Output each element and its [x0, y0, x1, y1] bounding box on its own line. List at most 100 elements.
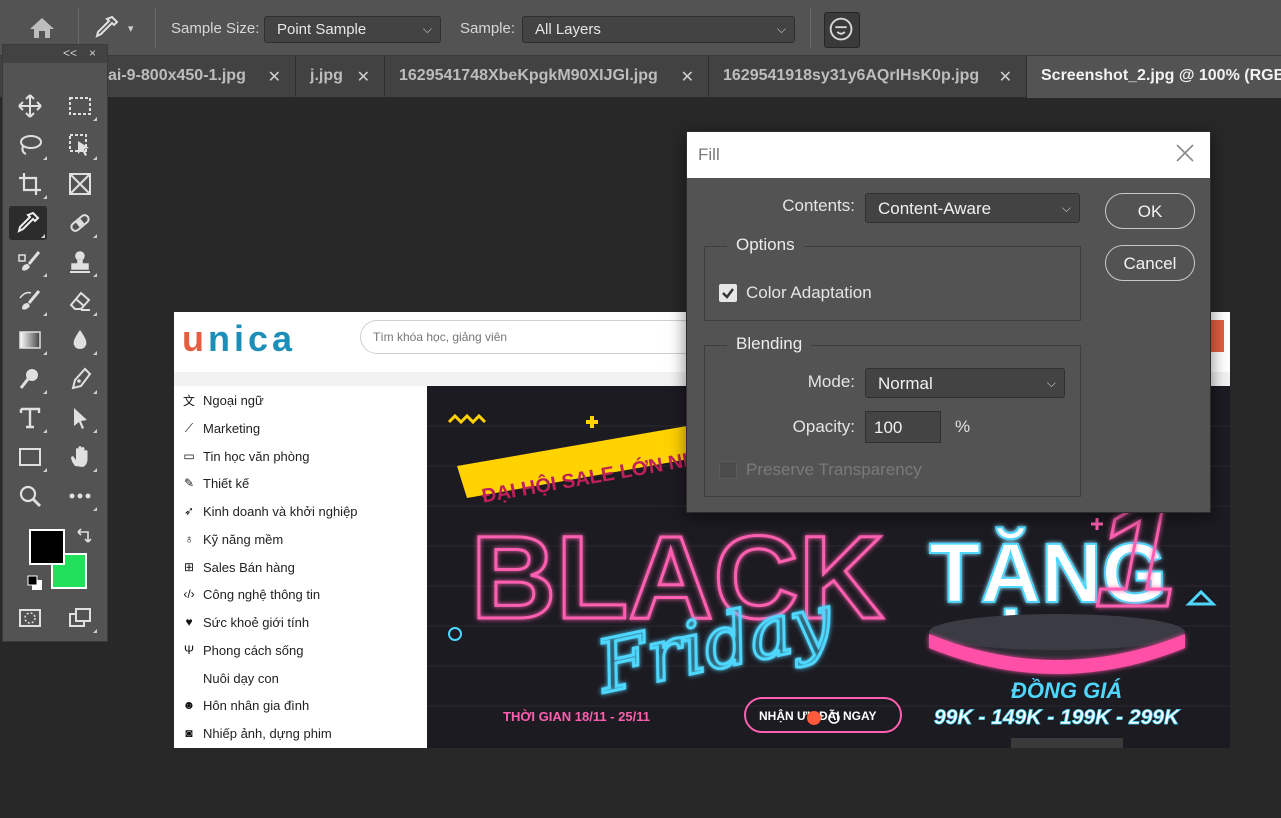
code-icon: ‹/› — [183, 587, 195, 601]
list-item: ♥ Sức khoẻ giới tính — [180, 611, 309, 633]
history-brush-icon — [19, 290, 41, 310]
sample-select[interactable]: All Layers ⌵ — [522, 16, 795, 43]
bandage-icon — [70, 214, 90, 232]
object-select-icon — [69, 134, 89, 156]
unica-logo: unica — [182, 318, 297, 359]
list-item: ▭ Tin học văn phòng — [180, 445, 309, 467]
color-adaptation-label[interactable]: Color Adaptation — [746, 283, 872, 303]
dodge-tool[interactable] — [11, 362, 49, 396]
gradient-tool[interactable] — [11, 323, 49, 357]
cart-icon: ⊞ — [183, 560, 195, 574]
banner-time-text: THỜI GIAN 18/11 - 25/11 — [503, 709, 650, 724]
menu-label: Kinh doanh và khởi nghiệp — [203, 503, 358, 519]
chevron-down-icon[interactable]: ▾ — [128, 22, 134, 35]
eyedropper-tool[interactable] — [9, 206, 47, 240]
chevron-down-icon: ⌵ — [1046, 376, 1056, 390]
collapse-icon[interactable]: << — [63, 46, 77, 60]
zoom-tool[interactable] — [11, 479, 49, 513]
mode-select[interactable]: Normal ⌵ — [865, 368, 1065, 398]
sample-ring-button[interactable] — [824, 12, 860, 48]
opacity-input[interactable]: 100 — [865, 411, 941, 443]
list-item: ◙ Nhiếp ảnh, dựng phim — [180, 722, 331, 744]
brush-tool[interactable] — [11, 245, 49, 279]
tab-doc-4[interactable]: 1629541918sy31y6AQrIHsK0p.jpg ✕ — [709, 56, 1027, 98]
object-select-tool[interactable] — [61, 128, 99, 162]
heartbeat-icon: ♥ — [185, 615, 193, 629]
marquee-tool[interactable] — [61, 89, 99, 123]
brush-icon — [18, 251, 41, 271]
bulb-icon: ♁ — [184, 532, 194, 546]
type-tool[interactable] — [11, 401, 49, 435]
tab-label: 1629541918sy31y6AQrIHsK0p.jpg — [723, 67, 980, 84]
list-item: ⟋ Marketing — [180, 417, 260, 439]
menu-label: Marketing — [203, 420, 261, 436]
move-icon — [18, 94, 42, 118]
eraser-tool[interactable] — [61, 284, 99, 318]
more-icon — [69, 493, 91, 499]
menu-label: Tin học văn phòng — [203, 448, 310, 464]
healing-brush-tool[interactable] — [61, 206, 99, 240]
monitor-icon: ▭ — [183, 449, 195, 463]
history-brush-tool[interactable] — [11, 284, 49, 318]
contents-value: Content-Aware — [878, 199, 992, 218]
chevron-down-icon: ⌵ — [776, 22, 786, 36]
eyedropper-preset-icon[interactable] — [92, 14, 120, 42]
preserve-transparency-label: Preserve Transparency — [746, 460, 922, 479]
tab-doc-1[interactable]: ai-9-800x450-1.jpg ✕ — [108, 56, 296, 98]
rocket-icon: ➶ — [183, 504, 195, 518]
banner-same-price-text: ĐỒNG GIÁ — [1011, 678, 1122, 703]
menu-label: Công nghệ thông tin — [203, 586, 321, 602]
sample-label: Sample: — [460, 20, 516, 37]
sample-size-select[interactable]: Point Sample ⌵ — [264, 16, 441, 43]
color-adaptation-checkbox[interactable] — [719, 284, 737, 302]
lasso-tool[interactable] — [11, 128, 49, 162]
close-icon[interactable]: ✕ — [999, 67, 1012, 87]
more-tools[interactable] — [61, 479, 99, 513]
hand-tool[interactable] — [61, 440, 99, 474]
screen-mode-icon — [69, 608, 91, 627]
close-icon[interactable]: × — [89, 46, 96, 60]
separator — [78, 8, 79, 48]
tab-doc-3[interactable]: 1629541748XbeKpgkM90XIJGl.jpg ✕ — [385, 56, 709, 98]
chevron-down-icon: ⌵ — [422, 22, 432, 36]
drop-icon — [73, 330, 87, 349]
ok-button[interactable]: OK — [1105, 193, 1195, 229]
quick-mask-icon — [19, 609, 41, 627]
blur-tool[interactable] — [61, 323, 99, 357]
cancel-button[interactable]: Cancel — [1105, 245, 1195, 281]
pen-tool[interactable] — [61, 362, 99, 396]
tab-doc-2[interactable]: j.jpg ✕ — [296, 56, 385, 98]
opacity-unit: % — [955, 417, 971, 436]
move-tool[interactable] — [11, 89, 49, 123]
close-icon[interactable]: ✕ — [357, 67, 370, 87]
close-icon[interactable]: ✕ — [681, 67, 694, 87]
blending-title: Blending — [727, 334, 812, 354]
close-icon[interactable] — [1174, 142, 1196, 164]
crop-icon — [19, 173, 41, 195]
default-colors-icon[interactable] — [27, 575, 43, 591]
pen-icon — [71, 367, 92, 390]
path-selection-tool[interactable] — [61, 401, 99, 435]
separator — [155, 8, 156, 48]
quick-mask-button[interactable] — [11, 601, 49, 635]
menu-label: Nuôi dạy con — [203, 670, 279, 686]
mode-value: Normal — [878, 374, 933, 393]
menu-label: Kỹ năng mềm — [203, 531, 284, 547]
swap-colors-icon[interactable] — [75, 527, 93, 545]
clone-stamp-tool[interactable] — [61, 245, 99, 279]
blending-group: Blending Mode: Normal ⌵ Opacity: 100 % P… — [704, 334, 1081, 497]
screen-mode-button[interactable] — [61, 601, 99, 635]
close-icon[interactable]: ✕ — [268, 67, 281, 87]
document-tabs: ai-9-800x450-1.jpg ✕ j.jpg ✕ 1629541748X… — [0, 56, 1281, 98]
panel-grip[interactable] — [3, 63, 107, 73]
frame-icon — [69, 173, 91, 195]
home-icon[interactable] — [28, 16, 56, 40]
contents-label: Contents: — [782, 196, 855, 215]
tools-panel-header: << × — [3, 45, 107, 63]
foreground-color-swatch[interactable] — [29, 529, 65, 565]
rectangle-tool[interactable] — [11, 440, 49, 474]
frame-tool[interactable] — [61, 167, 99, 201]
tab-screenshot-active[interactable]: Screenshot_2.jpg @ 100% (RGB — [1027, 56, 1281, 98]
crop-tool[interactable] — [11, 167, 49, 201]
contents-select[interactable]: Content-Aware ⌵ — [865, 193, 1080, 223]
